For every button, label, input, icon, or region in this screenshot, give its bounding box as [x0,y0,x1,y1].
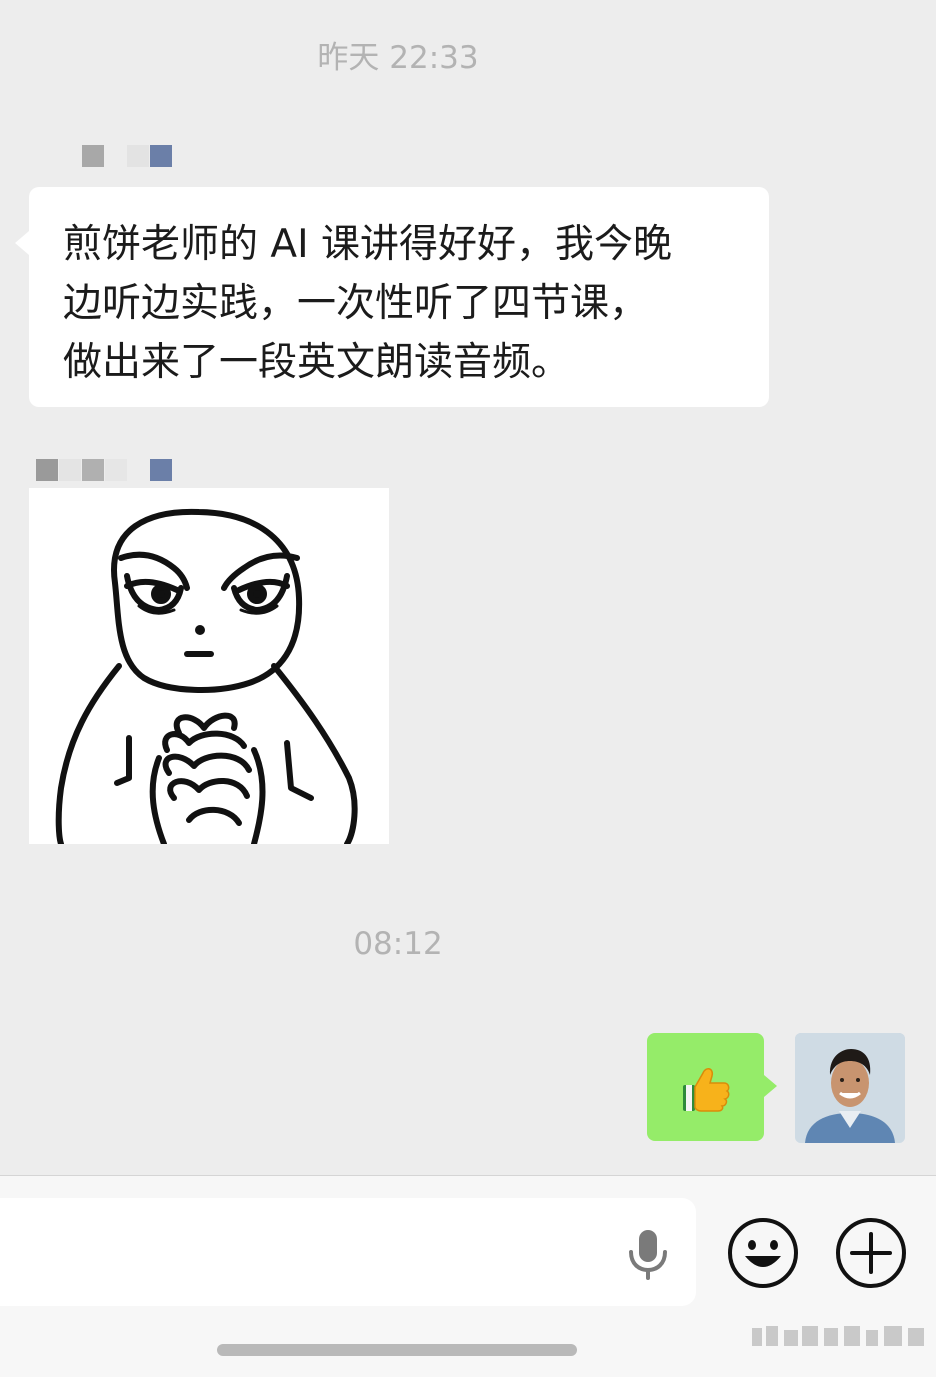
user-avatar[interactable] [795,1033,905,1143]
watermark-logo-icon [752,1326,924,1346]
outgoing-message-bubble[interactable] [647,1033,777,1141]
plus-circle-icon[interactable] [834,1216,908,1290]
avatar-photo-icon [795,1033,905,1143]
message-line-2: 边听边实践，一次性听了四节课， [63,281,649,326]
message-line-1: 煎饼老师的 AI 课讲得好好，我今晚 [63,222,672,267]
sender-name-redacted [82,145,174,167]
message-line-3: 做出来了一段英文朗读音频。 [63,340,571,385]
timestamp-today: 08:12 [353,926,443,962]
sender-name-redacted-2 [36,459,174,481]
cartoon-face-icon [55,508,358,844]
incoming-message-bubble[interactable]: 煎饼老师的 AI 课讲得好好，我今晚 边听边实践，一次性听了四节课， 做出来了一… [15,187,769,407]
timestamp-yesterday: 昨天 22:33 [317,40,479,76]
message-input[interactable] [0,1198,696,1306]
chat-input-bar [0,1175,936,1377]
microphone-icon[interactable] [625,1226,671,1282]
home-indicator[interactable] [217,1344,577,1356]
praying-hands-cartoon-sticker[interactable] [29,488,389,844]
thumbs-up-emoji-icon [683,1068,730,1112]
smiley-icon[interactable] [726,1216,800,1290]
